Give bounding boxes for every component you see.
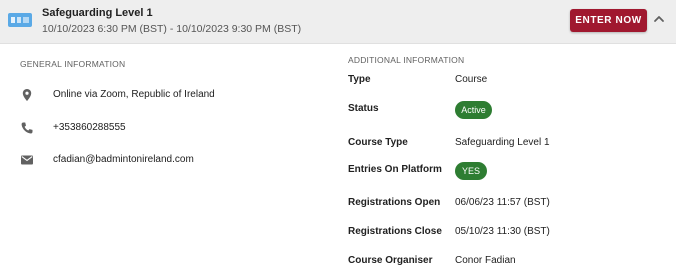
status-badge: Active: [455, 101, 492, 119]
entries-on-platform-label: Entries On Platform: [348, 164, 442, 175]
location-pin-icon: [22, 89, 32, 101]
chevron-up-icon[interactable]: [652, 12, 666, 26]
status-label: Status: [348, 103, 379, 114]
badminton-ireland-logo: [8, 13, 32, 27]
course-type-value: Safeguarding Level 1: [455, 137, 550, 148]
registrations-close-value: 05/10/23 11:30 (BST): [455, 226, 550, 237]
course-type-label: Course Type: [348, 137, 408, 148]
enter-now-button[interactable]: ENTER NOW: [570, 9, 647, 32]
course-organiser-value: Conor Fadian: [455, 255, 516, 266]
event-datetime: 10/10/2023 6:30 PM (BST) - 10/10/2023 9:…: [42, 23, 302, 35]
location-text: Online via Zoom, Republic of Ireland: [53, 89, 215, 100]
type-label: Type: [348, 74, 371, 85]
email-text: cfadian@badmintonireland.com: [53, 154, 194, 165]
course-organiser-label: Course Organiser: [348, 255, 433, 266]
phone-icon: [21, 122, 33, 134]
registrations-open-value: 06/06/23 11:57 (BST): [455, 197, 550, 208]
registrations-close-label: Registrations Close: [348, 226, 442, 237]
general-information-heading: GENERAL INFORMATION: [20, 59, 126, 69]
type-value: Course: [455, 74, 488, 85]
additional-information-heading: ADDITIONAL INFORMATION: [348, 55, 465, 65]
registrations-open-label: Registrations Open: [348, 197, 441, 208]
event-title: Safeguarding Level 1: [42, 7, 153, 19]
event-header[interactable]: Safeguarding Level 1 10/10/2023 6:30 PM …: [0, 0, 676, 44]
entries-badge: YES: [455, 162, 487, 180]
email-icon: [21, 155, 33, 165]
phone-text: +353860288555: [53, 122, 126, 133]
